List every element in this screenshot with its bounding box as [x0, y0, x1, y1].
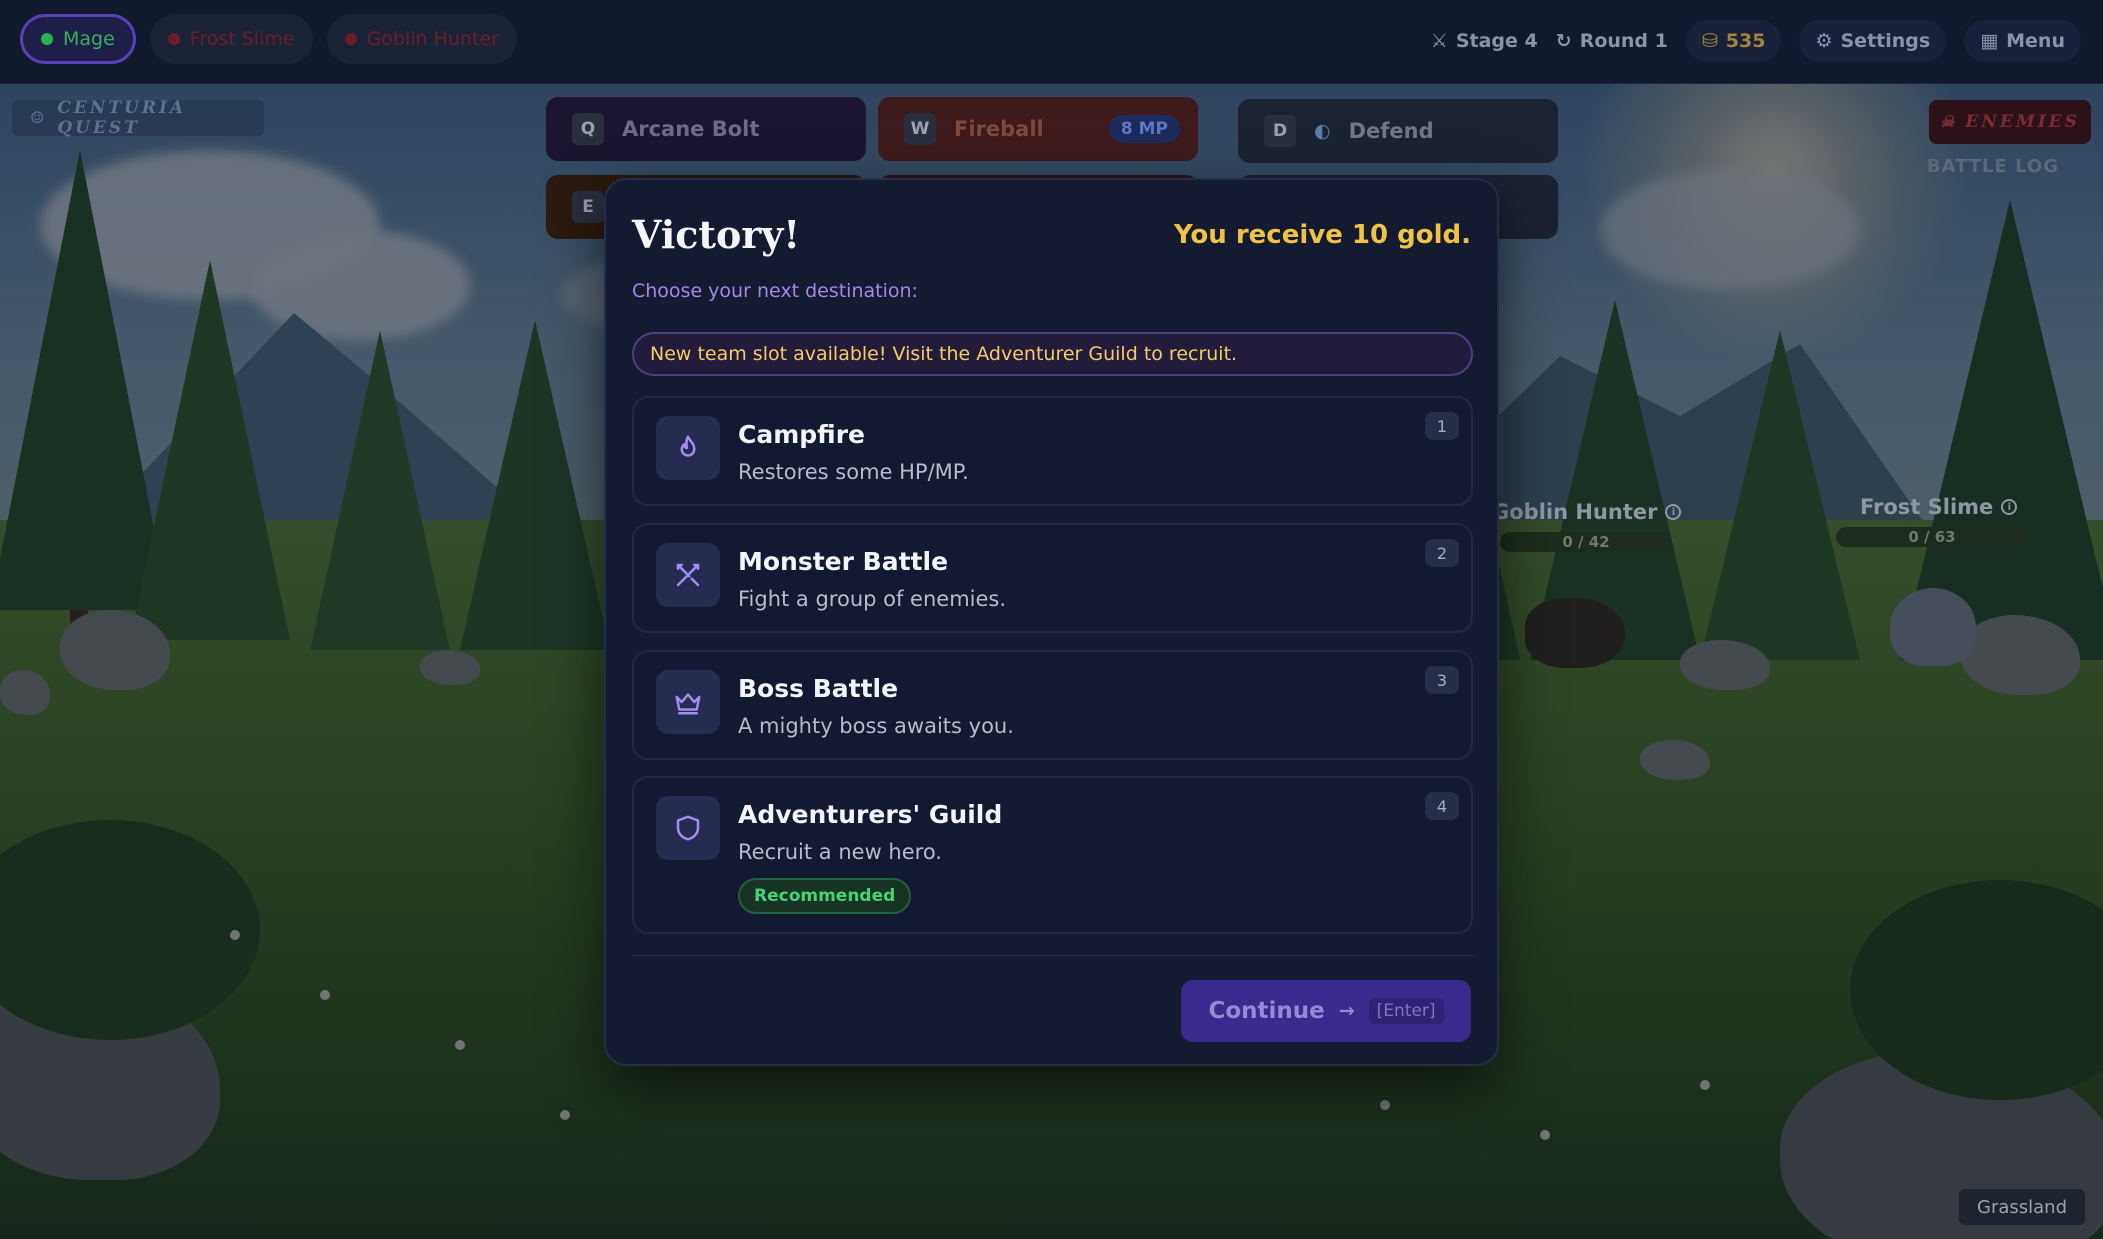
enemy-goblin-hunter-name[interactable]: Goblin Hunter i: [1492, 500, 1682, 524]
grid-icon: ▦: [1980, 29, 1999, 52]
destination-title: Campfire: [738, 420, 865, 449]
stage-indicator: ⚔ Stage 4: [1431, 30, 1538, 52]
continue-label: Continue: [1208, 998, 1325, 1024]
modal-divider: [632, 955, 1473, 956]
party-selector: Mage Frost Slime Goblin Hunter: [20, 14, 517, 64]
skill-name: Defend: [1348, 119, 1434, 143]
party-member-label: Goblin Hunter: [366, 28, 499, 50]
enemies-tab-label: ENEMIES: [1965, 112, 2080, 132]
status-dot-icon: [41, 33, 53, 45]
shield-icon: [656, 796, 720, 860]
hotkey-badge: 3: [1425, 666, 1459, 694]
destination-description: Restores some HP/MP.: [738, 460, 969, 484]
destination-title: Adventurers' Guild: [738, 800, 1003, 829]
destination-adventurers-guild[interactable]: Adventurers' Guild Recruit a new hero. R…: [632, 776, 1473, 934]
menu-button[interactable]: ▦ Menu: [1964, 20, 2081, 62]
reward-text: You receive 10 gold.: [1173, 220, 1471, 250]
party-member-goblin-hunter[interactable]: Goblin Hunter: [326, 14, 517, 64]
skill-fireball[interactable]: W Fireball 8 MP: [878, 97, 1198, 161]
skill-name: Fireball: [954, 117, 1044, 141]
enemy-frost-slime-name[interactable]: Frost Slime i: [1860, 495, 2018, 519]
coins-icon: ⛁: [1701, 29, 1718, 52]
skill-arcane-bolt[interactable]: Q Arcane Bolt: [546, 97, 866, 161]
enemy-name-label: Frost Slime: [1860, 495, 1994, 519]
gold-value: 535: [1725, 30, 1766, 52]
hotkey-badge: W: [904, 113, 936, 145]
quest-tag-label: CENTURIA QUEST: [57, 98, 187, 138]
modal-title: Victory!: [632, 212, 801, 257]
settings-label: Settings: [1840, 30, 1931, 52]
skill-name: Arcane Bolt: [622, 117, 760, 141]
victory-modal: Victory! You receive 10 gold. Choose you…: [604, 178, 1499, 1066]
shield-icon: ◐: [1314, 119, 1331, 142]
hotkey-badge: 2: [1425, 539, 1459, 567]
party-member-label: Mage: [63, 28, 115, 50]
destination-title: Boss Battle: [738, 674, 899, 703]
skill-defend[interactable]: D ◐ Defend: [1238, 99, 1558, 163]
enemy-goblin-hunter-hp: 0 / 42: [1500, 532, 1672, 552]
hotkey-badge: 4: [1425, 792, 1459, 820]
team-slot-notice: New team slot available! Visit the Adven…: [632, 332, 1473, 376]
destination-description: Fight a group of enemies.: [738, 587, 1007, 611]
recommended-badge: Recommended: [738, 878, 912, 914]
status-dot-icon: [167, 33, 180, 45]
round-label: Round 1: [1579, 30, 1668, 52]
destination-campfire[interactable]: Campfire Restores some HP/MP. 1: [632, 396, 1473, 506]
modal-subtitle: Choose your next destination:: [632, 280, 918, 302]
refresh-icon: ↻: [1555, 29, 1572, 52]
continue-button[interactable]: Continue → [Enter]: [1181, 980, 1471, 1042]
mana-cost-badge: 8 MP: [1108, 115, 1180, 143]
biome-label: Grassland: [1959, 1189, 2085, 1225]
battle-log-tab[interactable]: BATTLE LOG: [1927, 156, 2059, 177]
gold-counter: ⛁ 535: [1685, 20, 1782, 62]
party-member-label: Frost Slime: [189, 28, 295, 50]
hotkey-badge: E: [572, 191, 604, 223]
info-icon[interactable]: i: [2001, 499, 2018, 515]
party-member-frost-slime[interactable]: Frost Slime: [149, 14, 313, 64]
enter-key-hint: [Enter]: [1368, 998, 1444, 1024]
hud: ⚔ Stage 4 ↻ Round 1 ⛁ 535 ⚙ Settings ▦ M…: [1431, 20, 2081, 62]
flame-icon: [656, 416, 720, 480]
round-indicator: ↻ Round 1: [1556, 30, 1668, 52]
enemy-name-label: Goblin Hunter: [1492, 500, 1658, 524]
hotkey-badge: Q: [572, 113, 604, 145]
menu-label: Menu: [2006, 30, 2065, 52]
settings-button[interactable]: ⚙ Settings: [1799, 20, 1947, 62]
crown-icon: [656, 670, 720, 734]
users-icon: ☺: [30, 108, 48, 127]
destination-description: Recruit a new hero.: [738, 840, 942, 864]
info-icon[interactable]: i: [1665, 504, 1682, 520]
status-dot-icon: [344, 33, 357, 45]
crossed-swords-icon: [656, 543, 720, 607]
gear-icon: ⚙: [1815, 29, 1833, 52]
destination-description: A mighty boss awaits you.: [738, 714, 1014, 738]
arrow-right-icon: →: [1338, 999, 1355, 1022]
party-member-mage[interactable]: Mage: [20, 14, 136, 64]
quest-tag[interactable]: ☺ CENTURIA QUEST: [12, 98, 264, 138]
hotkey-badge: 1: [1425, 412, 1459, 440]
crossed-swords-icon: ⚔: [1430, 29, 1448, 52]
destination-boss-battle[interactable]: Boss Battle A mighty boss awaits you. 3: [632, 650, 1473, 760]
enemies-tab[interactable]: ☠ ENEMIES: [1929, 100, 2091, 144]
top-bar: Mage Frost Slime Goblin Hunter ⚔ Stage 4…: [0, 0, 2103, 84]
destination-monster-battle[interactable]: Monster Battle Fight a group of enemies.…: [632, 523, 1473, 633]
stage-label: Stage 4: [1455, 30, 1538, 52]
skull-icon: ☠: [1940, 112, 1958, 131]
hotkey-badge: D: [1264, 115, 1296, 147]
destination-title: Monster Battle: [738, 547, 949, 576]
enemy-frost-slime-hp: 0 / 63: [1836, 527, 2028, 547]
